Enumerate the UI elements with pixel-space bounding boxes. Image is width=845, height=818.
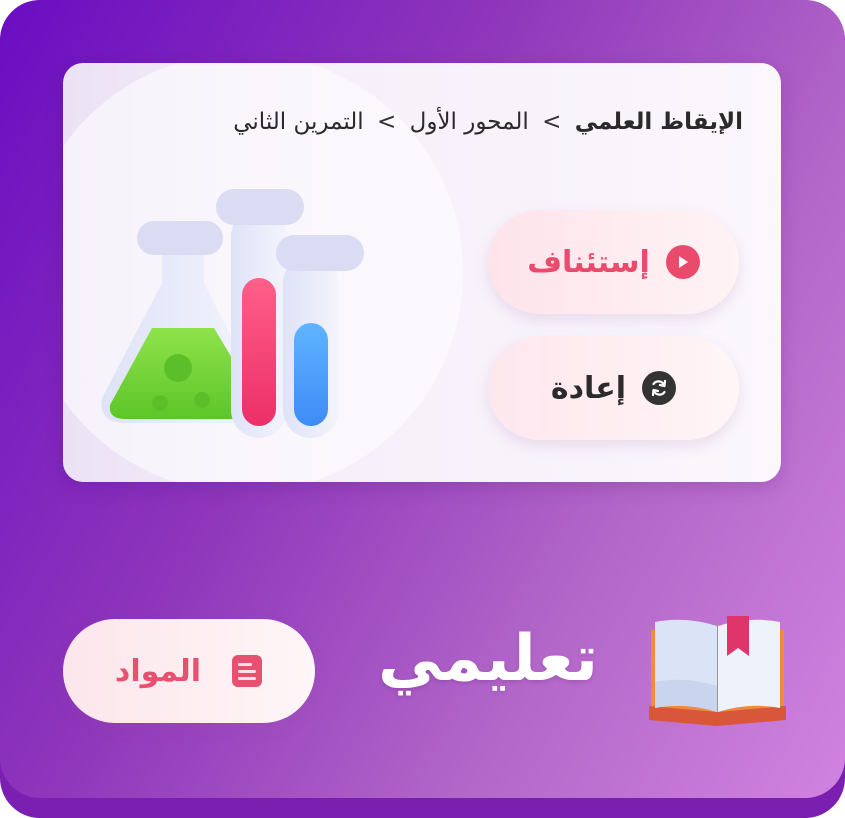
brand-name: تعليمي xyxy=(378,622,599,696)
breadcrumb-subject[interactable]: الإيقاظ العلمي xyxy=(575,109,743,135)
main-panel: الإيقاظ العلمي > المحور الأول > التمرين … xyxy=(0,0,845,798)
open-book-icon xyxy=(649,616,786,726)
breadcrumb: الإيقاظ العلمي > المحور الأول > التمرين … xyxy=(233,109,743,135)
restart-button[interactable]: إعادة xyxy=(488,336,739,440)
play-icon xyxy=(665,245,700,279)
restart-label: إعادة xyxy=(550,370,627,406)
resume-label: إستئناف xyxy=(527,244,650,280)
document-icon xyxy=(231,654,263,688)
breadcrumb-separator: > xyxy=(377,109,397,135)
breadcrumb-exercise: التمرين الثاني xyxy=(233,109,364,135)
breadcrumb-axis[interactable]: المحور الأول xyxy=(410,109,529,135)
materials-button[interactable]: المواد xyxy=(63,619,315,723)
lab-flasks-icon xyxy=(101,189,364,438)
app-frame: الإيقاظ العلمي > المحور الأول > التمرين … xyxy=(0,0,845,818)
materials-label: المواد xyxy=(114,653,202,689)
breadcrumb-separator: > xyxy=(542,109,562,135)
resume-button[interactable]: إستئناف xyxy=(488,210,739,314)
refresh-icon xyxy=(642,371,677,405)
